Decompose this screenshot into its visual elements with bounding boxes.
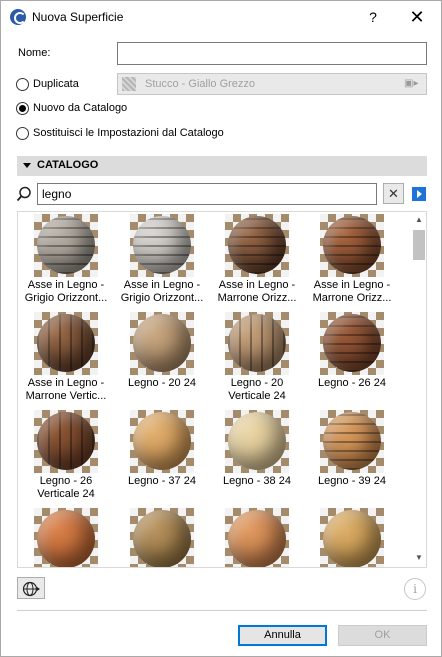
catalog-item[interactable]: Legno - 20 24 [114, 310, 210, 406]
material-sphere [228, 412, 286, 470]
material-sphere [228, 216, 286, 274]
material-sphere [37, 216, 95, 274]
catalog-item[interactable] [209, 506, 305, 567]
catalog-item-label: Legno - 20 24 [128, 377, 196, 389]
material-thumbnail[interactable] [225, 312, 289, 375]
catalog-item-label: Asse in Legno - Marrone Vertic... [25, 377, 107, 402]
catalog-scrollbar[interactable]: ▲ ▼ [411, 212, 426, 567]
material-thumbnail[interactable] [34, 312, 98, 375]
material-sphere [323, 314, 381, 372]
material-thumbnail[interactable] [225, 410, 289, 473]
material-sphere [323, 510, 381, 567]
material-sphere [133, 510, 191, 567]
catalog-section-header[interactable]: CATALOGO [17, 156, 427, 176]
scroll-thumb[interactable] [413, 230, 425, 260]
catalog-item[interactable]: Asse in Legno - Grigio Orizzont... [18, 212, 114, 308]
catalog-item[interactable]: Legno - 26 24 [304, 310, 400, 406]
material-sphere [228, 314, 286, 372]
material-sphere [133, 216, 191, 274]
dropdown-arrow-icon: ▣▸ [404, 78, 419, 89]
radio-duplicate-circle[interactable] [16, 78, 29, 91]
material-thumbnail[interactable] [34, 214, 98, 277]
material-thumbnail[interactable] [320, 312, 384, 375]
radio-replace-settings-label[interactable]: Sostituisci le Impostazioni dal Catalogo [33, 127, 224, 139]
radio-new-from-catalog-label[interactable]: Nuovo da Catalogo [33, 102, 127, 114]
footer-divider [17, 610, 427, 611]
material-sphere [133, 412, 191, 470]
catalog-item-label: Legno - 26 24 [318, 377, 386, 389]
material-thumbnail[interactable] [320, 410, 384, 473]
material-sphere [133, 314, 191, 372]
material-thumbnail[interactable] [130, 214, 194, 277]
catalog-search-input[interactable] [37, 183, 377, 205]
catalog-item[interactable] [114, 506, 210, 567]
title-bar: Nuova Superficie ? ✕ [1, 1, 441, 33]
window-title: Nuova Superficie [32, 10, 124, 24]
material-thumbnail[interactable] [130, 410, 194, 473]
material-thumbnail[interactable] [130, 508, 194, 567]
name-input[interactable] [117, 42, 427, 65]
material-sphere [228, 510, 286, 567]
catalog-item[interactable]: Legno - 39 24 [304, 408, 400, 504]
catalog-item[interactable]: Legno - 20 Verticale 24 [209, 310, 305, 406]
archicad-logo-icon [10, 9, 26, 25]
catalog-section-title: CATALOGO [37, 159, 99, 171]
catalog-item[interactable]: Legno - 38 24 [209, 408, 305, 504]
material-sphere [37, 412, 95, 470]
material-thumbnail[interactable] [34, 410, 98, 473]
radio-new-from-catalog[interactable]: Nuovo da Catalogo [16, 101, 146, 117]
info-button[interactable]: i [404, 578, 426, 600]
catalog-item-label: Asse in Legno - Marrone Orizz... [312, 279, 392, 304]
help-button[interactable]: ? [361, 5, 385, 29]
name-label: Nome: [18, 47, 51, 59]
catalog-item[interactable]: Legno - 37 24 [114, 408, 210, 504]
catalog-item-label: Asse in Legno - Grigio Orizzont... [24, 279, 108, 304]
globe-icon [22, 582, 40, 597]
catalog-item[interactable]: Asse in Legno - Grigio Orizzont... [114, 212, 210, 308]
close-button[interactable]: ✕ [405, 5, 429, 29]
material-sphere [37, 314, 95, 372]
catalog-item-label: Asse in Legno - Grigio Orizzont... [120, 279, 204, 304]
scroll-up-arrow-icon[interactable]: ▲ [411, 214, 426, 226]
duplicate-source-value: Stucco - Giallo Grezzo [145, 78, 256, 90]
radio-replace-settings[interactable]: Sostituisci le Impostazioni dal Catalogo [16, 126, 246, 142]
catalog-item-label: Legno - 39 24 [318, 475, 386, 487]
catalog-item[interactable] [18, 506, 114, 567]
catalog-item[interactable]: Asse in Legno - Marrone Orizz... [304, 212, 400, 308]
material-thumbnail[interactable] [34, 508, 98, 567]
search-go-button[interactable] [412, 187, 426, 201]
material-thumbnail[interactable] [130, 312, 194, 375]
catalog-item[interactable]: Asse in Legno - Marrone Orizz... [209, 212, 305, 308]
radio-duplicate[interactable]: Duplicata [16, 77, 111, 93]
material-sphere [323, 412, 381, 470]
globe-button[interactable] [17, 577, 45, 599]
material-thumbnail[interactable] [225, 508, 289, 567]
catalog-item[interactable]: Legno - 26 Verticale 24 [18, 408, 114, 504]
radio-new-from-catalog-circle[interactable] [16, 102, 29, 115]
catalog-grid[interactable]: Asse in Legno - Grigio Orizzont... Asse i… [17, 211, 427, 568]
cancel-button[interactable]: Annulla [238, 625, 327, 646]
material-thumbnail[interactable] [225, 214, 289, 277]
catalog-item[interactable] [304, 506, 400, 567]
material-sphere [323, 216, 381, 274]
ok-button[interactable]: OK [338, 625, 427, 646]
scroll-down-arrow-icon[interactable]: ▼ [411, 552, 426, 564]
material-thumbnail[interactable] [320, 214, 384, 277]
catalog-item[interactable]: Asse in Legno - Marrone Vertic... [18, 310, 114, 406]
material-sphere [37, 510, 95, 567]
duplicate-source-dropdown: Stucco - Giallo Grezzo ▣▸ [117, 73, 427, 95]
material-thumbnail[interactable] [320, 508, 384, 567]
catalog-item-label: Asse in Legno - Marrone Orizz... [217, 279, 297, 304]
surface-swatch-icon [122, 77, 136, 91]
new-surface-dialog: Nuova Superficie ? ✕ Nome: Duplicata Stu… [0, 0, 442, 657]
collapse-arrow-icon[interactable] [23, 163, 31, 168]
search-icon [16, 186, 31, 202]
clear-search-button[interactable]: ✕ [383, 183, 404, 204]
catalog-item-label: Legno - 20 Verticale 24 [228, 377, 286, 402]
catalog-item-label: Legno - 38 24 [223, 475, 291, 487]
radio-duplicate-label[interactable]: Duplicata [33, 78, 79, 90]
radio-replace-settings-circle[interactable] [16, 127, 29, 140]
catalog-item-label: Legno - 26 Verticale 24 [37, 475, 95, 500]
catalog-item-label: Legno - 37 24 [128, 475, 196, 487]
